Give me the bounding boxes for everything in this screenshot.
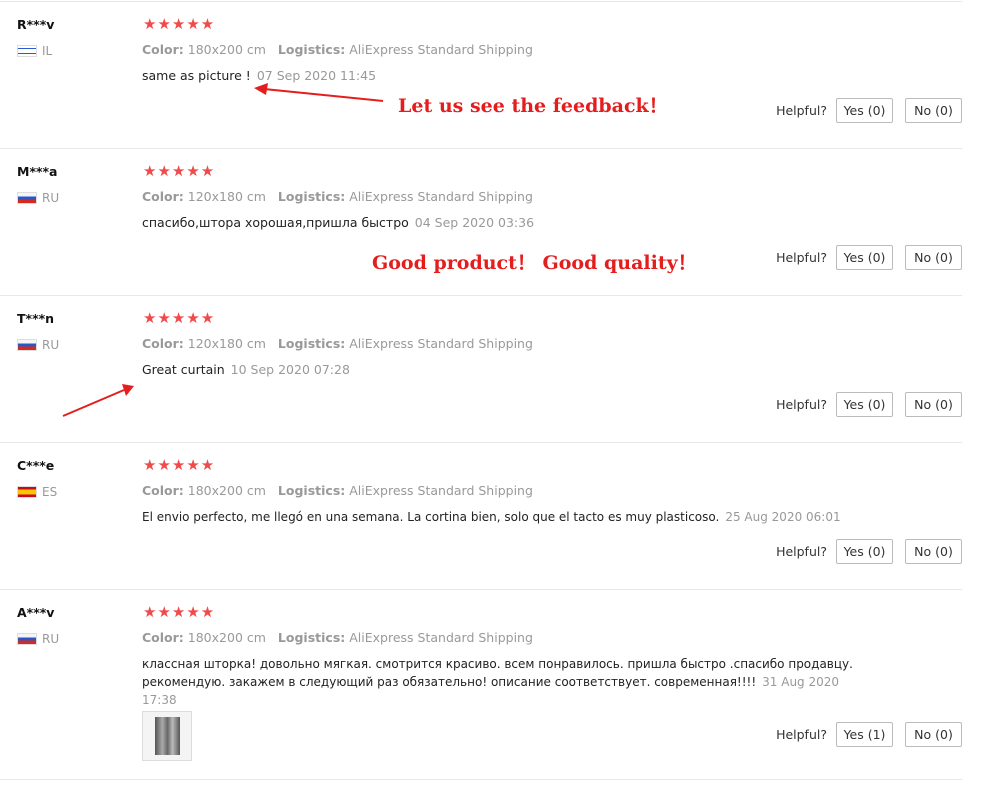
red-arrow-icon bbox=[62, 83, 384, 417]
